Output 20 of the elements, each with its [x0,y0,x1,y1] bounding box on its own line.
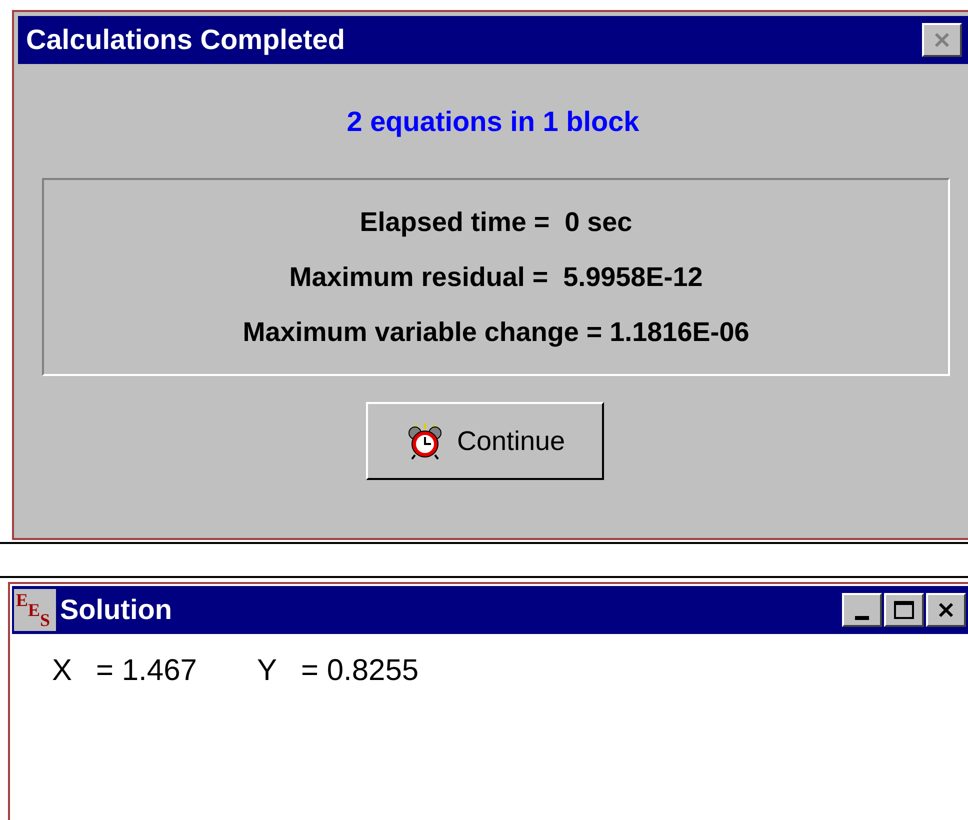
window-title: Calculations Completed [26,23,345,57]
close-button[interactable] [922,23,962,57]
variable-value: = 0.8255 [300,656,419,686]
maximize-button[interactable] [884,593,924,627]
window-title: Solution [60,593,172,627]
app-logo-icon: EES [14,589,56,631]
close-icon [933,32,951,48]
minimize-button[interactable] [842,593,882,627]
variable-value: = 1.467 [96,656,197,686]
maximize-icon [894,601,914,619]
variable-name: X [52,656,72,686]
close-icon [937,602,955,618]
variable-name: Y [256,656,277,686]
continue-button[interactable]: Continue [366,402,604,480]
statistic-text: Maximum residual = 5.9958E-12 [289,260,703,294]
statistic-text: Maximum variable change = 1.1816E-06 [242,316,750,348]
close-button[interactable] [926,593,966,627]
statistic-text: Elapsed time = 0 sec [360,206,632,238]
summary-text: 2 equations in 1 block [346,108,640,136]
minimize-icon [855,616,869,620]
